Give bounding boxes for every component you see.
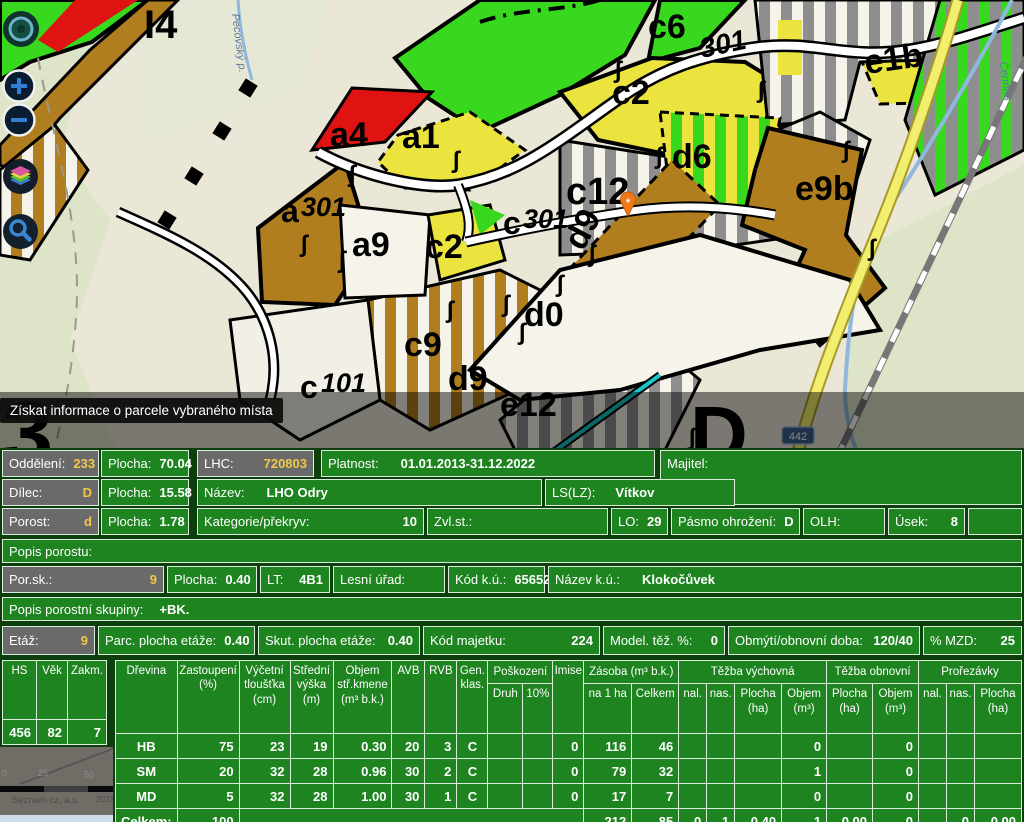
map-attribution: Seznam cz, a.s. — [12, 795, 80, 806]
svg-text:ʃ: ʃ — [654, 143, 664, 170]
field-oddeleni: Oddělení:233 — [2, 450, 99, 477]
field-parc-plocha: Parc. plocha etáže:0.40 — [98, 626, 255, 655]
svg-text:a: a — [281, 193, 299, 229]
minus-icon — [2, 103, 36, 137]
svg-text:I4: I4 — [144, 3, 178, 47]
field-lhc: LHC:720803 — [197, 450, 314, 477]
scale-label-25: 25 — [38, 768, 48, 778]
field-kod-ku: Kód k.ú.:656526 — [448, 566, 545, 593]
locate-button[interactable] — [2, 10, 40, 53]
svg-text:ʃ: ʃ — [841, 137, 851, 164]
field-usek: Úsek:8 — [888, 508, 965, 535]
scale-label-0: 0 — [2, 768, 7, 778]
svg-text:ʃ: ʃ — [299, 231, 309, 258]
field-nazev-ku: Název k.ú.:Klokočůvek — [548, 566, 1022, 593]
scale-label-50: 50 — [84, 770, 94, 780]
scale-bar — [44, 786, 88, 792]
svg-text:d6: d6 — [672, 138, 712, 176]
svg-text:301: 301 — [301, 192, 346, 222]
plus-icon — [2, 69, 36, 103]
field-popis-skupiny: Popis porostní skupiny:+BK. — [2, 597, 1022, 621]
svg-text:*: * — [626, 197, 631, 209]
field-olh: OLH: — [803, 508, 885, 535]
field-plocha-dilec: Plocha:15.58 — [101, 479, 189, 506]
search-button[interactable] — [2, 213, 39, 255]
svg-text:ʃ: ʃ — [347, 161, 357, 188]
svg-text:c2: c2 — [425, 228, 463, 266]
field-model-tez: Model. těž. %:0 — [603, 626, 725, 655]
svg-text:c6: c6 — [648, 8, 686, 46]
map-tooltip: Získat informace o parcele vybraného mís… — [0, 398, 283, 423]
zoom-out-button[interactable] — [2, 103, 36, 142]
field-plocha-porost: Plocha:1.78 — [101, 508, 189, 535]
svg-text:a1: a1 — [402, 118, 440, 156]
svg-text:ʃ: ʃ — [337, 247, 347, 274]
svg-text:c2: c2 — [612, 74, 650, 112]
svg-text:c9: c9 — [404, 326, 442, 364]
field-lslz: LS(LZ):Vítkov — [545, 479, 735, 506]
svg-text:ʃ: ʃ — [867, 235, 877, 262]
svg-text:ʃ: ʃ — [501, 291, 511, 318]
field-nazev: Název:LHO Odry — [197, 479, 542, 506]
field-porost: Porost:d — [2, 508, 99, 535]
stand-summary-table: HSVěkZakm.456827 — [0, 658, 114, 747]
svg-text:d0: d0 — [524, 296, 564, 334]
forestry-map-app: ʃʃʃʃʃʃʃʃʃʃʃʃʃʃʃ I4c6c2301e1ba4a1c12d6e9b… — [0, 0, 1024, 822]
svg-text:ʃ: ʃ — [555, 271, 565, 298]
svg-text:ʃ: ʃ — [756, 77, 766, 104]
field-obmyti: Obmýtí/obnovní doba:120/40 — [728, 626, 920, 655]
field-etaz: Etáž:9 — [2, 626, 95, 655]
locate-icon — [2, 10, 40, 48]
svg-text:a9: a9 — [352, 226, 390, 264]
field-kod-majetku: Kód majetku:224 — [423, 626, 600, 655]
layers-icon — [2, 158, 39, 195]
field-popis-porostu: Popis porostu: — [2, 539, 1022, 563]
svg-text:e9b: e9b — [795, 170, 854, 208]
field-dilec: Dílec:D — [2, 479, 99, 506]
field-zvlst: Zvl.st.: — [427, 508, 608, 535]
field-lesni-urad: Lesní úřad: — [333, 566, 445, 593]
field-plocha-porsk: Plocha:0.40 — [167, 566, 257, 593]
field-kategorie: Kategorie/překryv:10 — [197, 508, 424, 535]
svg-text:a4: a4 — [330, 116, 368, 154]
species-detail-table: DřevinaZastoupení (%)Výčetní tloušťka (c… — [113, 658, 1024, 822]
field-skut-plocha: Skut. plocha etáže:0.40 — [258, 626, 420, 655]
svg-text:ʃ: ʃ — [445, 297, 455, 324]
svg-text:ʃ: ʃ — [451, 147, 461, 174]
layers-button[interactable] — [2, 158, 39, 200]
parcel-info-panel: Oddělení:233 Plocha:70.04 LHC:720803 Pla… — [0, 448, 1024, 659]
field-pasmo: Pásmo ohrožení:D — [671, 508, 800, 535]
field-lo: LO:29 — [611, 508, 668, 535]
field-platnost: Platnost:01.01.2013-31.12.2022 — [321, 450, 655, 477]
field-lt: LT:4B1 — [260, 566, 330, 593]
field-porsk: Por.sk.:9 — [2, 566, 164, 593]
field-empty — [968, 508, 1022, 535]
search-icon — [2, 213, 39, 250]
svg-text:c: c — [503, 205, 521, 241]
scale-bar — [0, 786, 44, 792]
map-attribution-year: 2022 — [96, 795, 114, 804]
field-mzd: % MZD:25 — [923, 626, 1022, 655]
field-plocha-oddeleni: Plocha:70.04 — [101, 450, 189, 477]
svg-text:e1b: e1b — [862, 36, 925, 82]
